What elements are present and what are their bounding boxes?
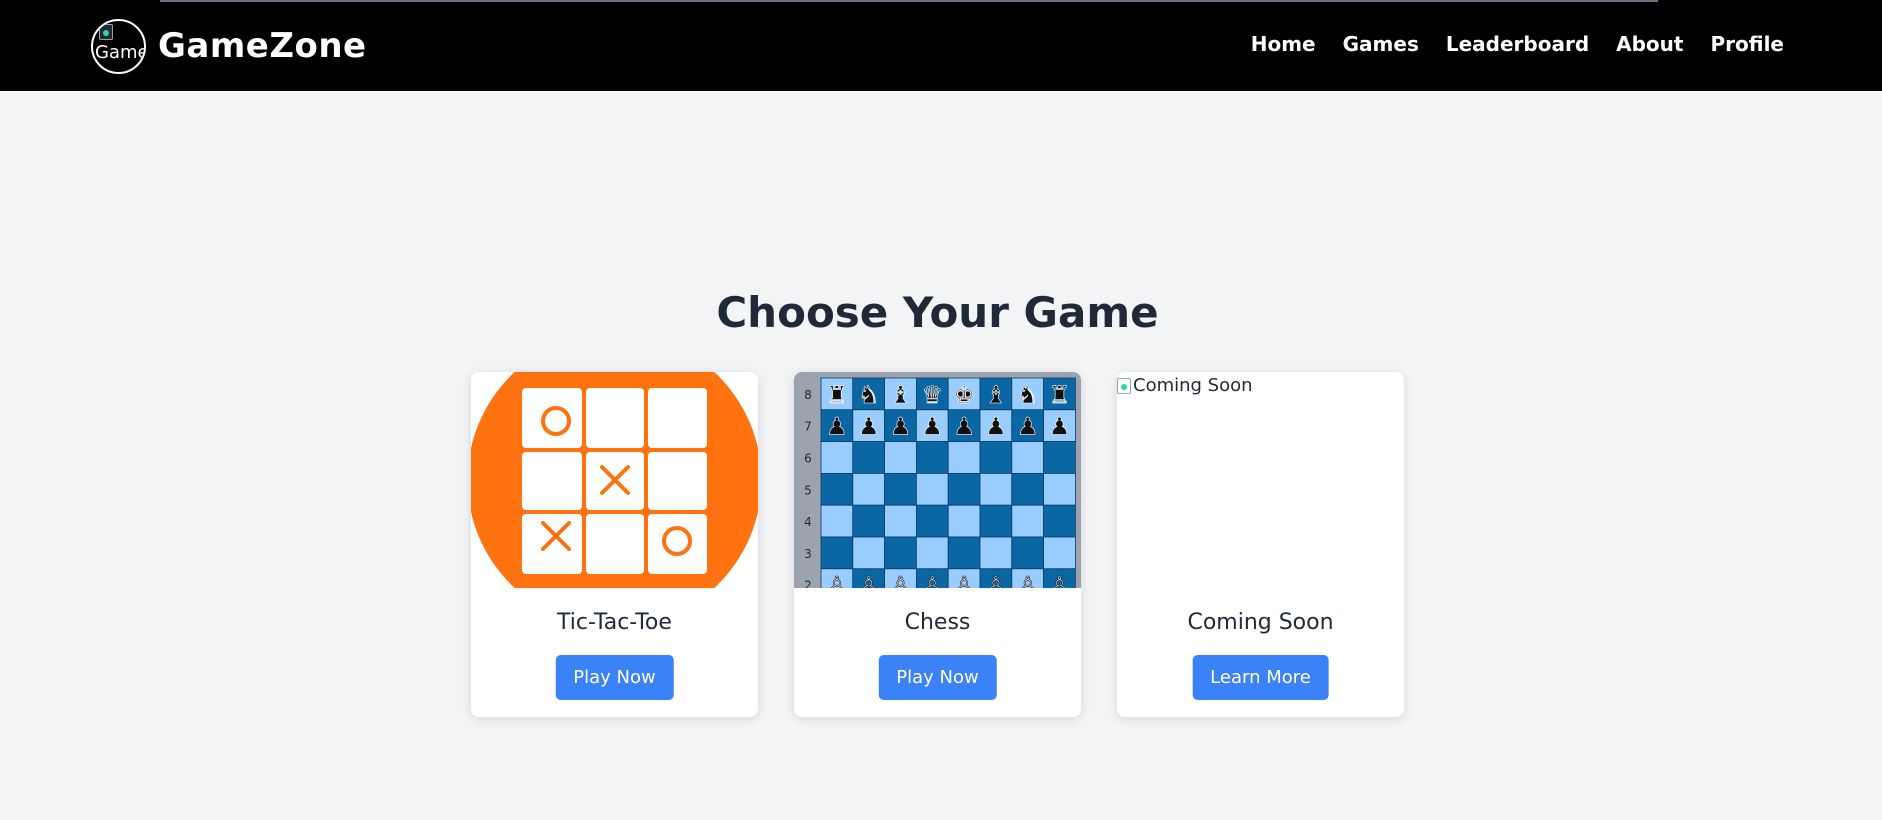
nav-about[interactable]: About — [1616, 32, 1683, 56]
chess-square — [1011, 536, 1045, 570]
card-title: Coming Soon — [1187, 610, 1334, 635]
nav-links: Home Games Leaderboard About Profile — [1251, 32, 1784, 56]
chess-piece-icon: ♙ — [922, 572, 944, 588]
chess-square — [852, 504, 885, 538]
chess-piece-icon: ♟ — [858, 413, 880, 441]
chess-piece-icon: ♟ — [985, 413, 1007, 441]
chess-square — [820, 536, 854, 570]
chess-piece-icon: ♝ — [985, 381, 1007, 409]
chess-piece-icon: ♙ — [1049, 572, 1071, 588]
game-card-chess: 8 ♜ ♞ ♝ ♛ ♚ ♝ ♞ ♜ 7 ♟ ♟ ♟ ♟ ♟ ♟ ♟ ♟ 6 5 4 3 2 ♙ ♙ ♙ ♙ ♙ ♙ ♙ ♙ Chess Pl… — [794, 372, 1081, 717]
chess-image: 8 ♜ ♞ ♝ ♛ ♚ ♝ ♞ ♜ 7 ♟ ♟ ♟ ♟ ♟ ♟ ♟ ♟ 6 5 4 3 2 ♙ ♙ ♙ ♙ ♙ ♙ ♙ ♙ — [794, 372, 1081, 588]
rank-label: 6 — [804, 452, 812, 466]
chess-piece-icon: ♝ — [890, 381, 912, 409]
chess-square — [916, 473, 949, 506]
chess-piece-icon: ♙ — [985, 572, 1007, 588]
broken-image-icon — [99, 24, 113, 40]
chess-square — [979, 473, 1013, 506]
chess-square — [1011, 473, 1045, 506]
chess-square — [979, 504, 1013, 538]
chess-piece-icon: ♙ — [1017, 572, 1039, 588]
card-title: Tic-Tac-Toe — [557, 610, 672, 635]
rank-label: 4 — [804, 515, 812, 529]
chess-square — [1011, 441, 1045, 474]
rank-label: 2 — [804, 579, 812, 588]
chess-piece-icon: ♜ — [826, 381, 848, 409]
chess-square — [1011, 504, 1045, 538]
tic-tac-toe-board-icon — [471, 372, 758, 588]
chess-square — [1043, 504, 1076, 538]
broken-image: Coming Soon — [1117, 375, 1253, 396]
logo-alt-text: Game — [95, 42, 146, 63]
chess-square — [916, 504, 949, 538]
chess-piece-icon: ♟ — [922, 413, 944, 441]
logo-image[interactable]: Game — [91, 19, 146, 74]
image-alt-text: Coming Soon — [1133, 375, 1253, 396]
nav-profile[interactable]: Profile — [1710, 32, 1784, 56]
rank-label: 8 — [804, 388, 812, 402]
chess-square — [947, 473, 981, 506]
nav-home[interactable]: Home — [1251, 32, 1316, 56]
chess-piece-icon: ♜ — [1049, 381, 1071, 409]
page-title: Choose Your Game — [716, 288, 1159, 337]
chess-square — [916, 441, 949, 474]
play-now-button[interactable]: Play Now — [555, 655, 674, 700]
rank-label: 5 — [804, 483, 812, 497]
chess-piece-icon: ♙ — [890, 572, 912, 588]
tic-tac-toe-image — [471, 372, 758, 588]
chess-piece-icon: ♞ — [858, 381, 880, 409]
game-card-tic-tac-toe: Tic-Tac-Toe Play Now — [471, 372, 758, 717]
chess-board-icon: 8 ♜ ♞ ♝ ♛ ♚ ♝ ♞ ♜ 7 ♟ ♟ ♟ ♟ ♟ ♟ ♟ ♟ 6 5 4 3 2 ♙ ♙ ♙ ♙ ♙ ♙ ♙ ♙ — [794, 372, 1081, 588]
chess-piece-icon: ♙ — [953, 572, 975, 588]
chess-piece-icon: ♛ — [922, 381, 944, 409]
chess-piece-icon: ♙ — [858, 572, 880, 588]
rank-label: 7 — [804, 420, 812, 434]
learn-more-button[interactable]: Learn More — [1192, 655, 1329, 700]
chess-square — [1043, 441, 1076, 474]
chess-square — [820, 473, 854, 506]
card-title: Chess — [904, 610, 971, 635]
chess-square — [1043, 473, 1076, 506]
chess-square — [916, 536, 949, 570]
brand-name[interactable]: GameZone — [158, 26, 367, 66]
chess-piece-icon: ♙ — [826, 572, 848, 588]
chess-square — [852, 441, 885, 474]
chess-piece-icon: ♟ — [953, 413, 975, 441]
chess-square — [884, 536, 917, 570]
chess-square — [852, 536, 885, 570]
chess-square — [979, 441, 1013, 474]
chess-piece-icon: ♟ — [1049, 413, 1071, 441]
broken-image-icon — [1117, 377, 1131, 394]
nav-leaderboard[interactable]: Leaderboard — [1446, 32, 1589, 56]
chess-square — [947, 504, 981, 538]
chess-piece-icon: ♚ — [953, 381, 975, 409]
chess-square — [947, 441, 981, 474]
chess-square — [947, 536, 981, 570]
nav-games[interactable]: Games — [1343, 32, 1419, 56]
chess-piece-icon: ♞ — [1017, 381, 1039, 409]
chess-square — [820, 441, 854, 474]
game-card-coming-soon: Coming Soon Coming Soon Learn More — [1117, 372, 1404, 717]
chess-square — [884, 473, 917, 506]
chess-square — [884, 504, 917, 538]
coming-soon-image: Coming Soon — [1117, 372, 1404, 588]
top-navbar: Game GameZone Home Games Leaderboard Abo… — [0, 0, 1882, 91]
rank-label: 3 — [804, 547, 812, 561]
chess-square — [1043, 536, 1076, 570]
play-now-button[interactable]: Play Now — [878, 655, 997, 700]
navbar-top-line — [160, 0, 1658, 2]
chess-square — [979, 536, 1013, 570]
chess-square — [884, 441, 917, 474]
chess-piece-icon: ♟ — [1017, 413, 1039, 441]
chess-piece-icon: ♟ — [890, 413, 912, 441]
chess-square — [820, 504, 854, 538]
game-cards: Tic-Tac-Toe Play Now 8 ♜ ♞ ♝ ♛ ♚ ♝ ♞ ♜ 7 ♟ ♟ ♟ ♟ ♟ ♟ ♟ ♟ 6… — [471, 372, 1404, 717]
chess-square — [852, 473, 885, 506]
chess-piece-icon: ♟ — [826, 413, 848, 441]
